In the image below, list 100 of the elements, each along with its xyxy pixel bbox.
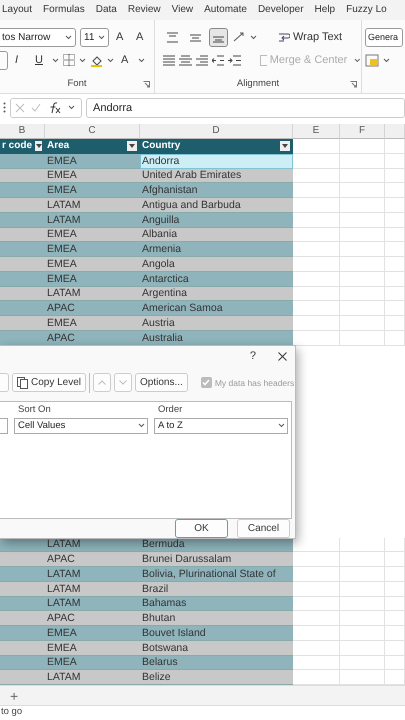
empty-cell xyxy=(340,138,385,154)
ribbon-tab[interactable]: Data xyxy=(96,4,117,16)
increase-font-button[interactable]: A xyxy=(113,28,129,47)
filter-dropdown-icon[interactable] xyxy=(35,141,42,152)
checkbox-label: My data has headers xyxy=(214,378,294,388)
check-icon[interactable] xyxy=(31,102,41,113)
wrap-text-button[interactable]: Wrap Text xyxy=(275,28,346,47)
copy-level-button[interactable]: Copy Level xyxy=(12,373,86,392)
table-cell xyxy=(0,656,45,670)
decrease-font-button[interactable]: A xyxy=(133,28,149,47)
cancel-button[interactable]: Cancel xyxy=(237,518,290,538)
filter-dropdown-icon[interactable] xyxy=(127,141,137,152)
orientation-icon[interactable] xyxy=(232,31,246,44)
align-right-icon[interactable] xyxy=(196,54,208,66)
table-header[interactable]: Area xyxy=(45,138,140,154)
caret-icon xyxy=(52,58,59,63)
table-cell: Austria xyxy=(140,316,293,331)
dialog-launcher-icon[interactable] xyxy=(350,80,357,88)
empty-cell xyxy=(340,611,385,626)
table-cell xyxy=(0,552,45,567)
ribbon-tab[interactable]: Layout xyxy=(2,4,32,16)
table-cell: Afghanistan xyxy=(140,183,293,198)
table-cell: Antarctica xyxy=(140,272,293,286)
table-cell: Angola xyxy=(140,257,293,272)
empty-cell xyxy=(385,286,405,302)
empty-cell xyxy=(385,330,405,346)
empty-cell xyxy=(385,168,405,184)
ribbon-tab[interactable]: Fuzzy Lo xyxy=(346,4,387,16)
table-cell xyxy=(0,611,45,626)
ribbon-tab[interactable]: Review xyxy=(128,4,161,16)
empty-cell xyxy=(385,596,405,612)
table-cell: EMEA xyxy=(45,183,140,198)
ribbon-tab[interactable]: View xyxy=(172,4,194,16)
font-color-button[interactable]: A xyxy=(118,50,134,70)
more-icon[interactable] xyxy=(3,102,6,114)
table-cell: LATAM xyxy=(45,670,140,685)
empty-cell xyxy=(340,552,385,567)
table-cell xyxy=(0,567,45,582)
close-icon[interactable] xyxy=(278,352,287,361)
options-button[interactable]: Options... xyxy=(135,373,188,392)
font-size-field[interactable]: 11 xyxy=(80,28,109,47)
empty-cell xyxy=(385,656,405,670)
ribbon-tab[interactable]: Automate xyxy=(204,4,247,16)
empty-cell xyxy=(385,567,405,582)
caret-icon xyxy=(138,58,145,63)
column-header[interactable]: B xyxy=(0,124,45,139)
table-header[interactable]: Country xyxy=(140,138,293,154)
increase-indent-icon[interactable] xyxy=(228,54,241,66)
empty-cell xyxy=(340,228,385,242)
order-combo[interactable]: A to Z xyxy=(154,418,288,434)
ribbon-tab[interactable]: Developer xyxy=(258,4,304,16)
caret-icon xyxy=(278,423,285,428)
table-cell: EMEA xyxy=(45,272,140,286)
align-center-icon[interactable] xyxy=(179,54,192,66)
empty-cell xyxy=(340,538,385,552)
ribbon-tab[interactable]: Help xyxy=(314,4,336,16)
column-header[interactable]: D xyxy=(140,124,293,139)
empty-cell xyxy=(340,168,385,184)
table-cell xyxy=(0,670,45,685)
table-cell xyxy=(0,286,45,302)
fill-bucket-icon[interactable] xyxy=(90,54,103,67)
ok-button[interactable]: OK xyxy=(175,518,228,538)
ribbon-tab[interactable]: Formulas xyxy=(43,4,85,16)
filter-dropdown-icon[interactable] xyxy=(280,141,290,152)
vertical-align-button[interactable] xyxy=(209,28,228,47)
column-header[interactable]: F xyxy=(340,124,385,139)
align-lines-icon xyxy=(166,32,179,43)
empty-cell xyxy=(385,640,405,656)
table-cell: Argentina xyxy=(140,286,293,302)
help-button[interactable]: ? xyxy=(250,350,256,362)
table-cell xyxy=(0,183,45,198)
formula-input[interactable]: Andorra xyxy=(86,98,405,118)
underline-button[interactable]: U xyxy=(32,50,48,70)
conditional-format-icon[interactable] xyxy=(365,54,379,67)
empty-cell xyxy=(385,626,405,641)
number-format-field[interactable]: Genera xyxy=(365,28,403,47)
empty-cell xyxy=(340,286,385,302)
borders-icon[interactable] xyxy=(63,54,75,66)
add-sheet-button[interactable]: + xyxy=(7,688,22,704)
table-cell: EMEA xyxy=(45,168,140,184)
align-left-icon[interactable] xyxy=(163,54,176,66)
empty-cell xyxy=(385,154,405,168)
column-heading: Order xyxy=(158,404,182,417)
table-cell: APAC xyxy=(45,611,140,626)
table-cell: EMEA xyxy=(45,316,140,331)
column-header[interactable]: C xyxy=(45,124,140,139)
font-name-field[interactable]: tos Narrow xyxy=(0,28,76,47)
sort-on-combo[interactable]: Cell Values xyxy=(14,418,148,434)
table-header[interactable]: r code xyxy=(0,138,45,154)
dialog-launcher-icon[interactable] xyxy=(143,80,150,88)
align-lines-icon xyxy=(189,32,202,43)
caret-icon xyxy=(354,58,361,63)
italic-button[interactable]: I xyxy=(12,50,28,70)
column-header[interactable]: E xyxy=(293,124,340,139)
empty-cell xyxy=(385,183,405,198)
empty-cell xyxy=(340,582,385,596)
empty-cell xyxy=(385,138,405,154)
group-label: Alignment xyxy=(236,78,280,89)
decrease-indent-icon[interactable] xyxy=(212,54,224,66)
table-cell xyxy=(0,330,45,346)
